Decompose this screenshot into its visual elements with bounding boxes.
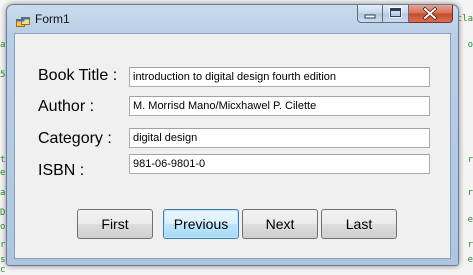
- background-editor-right: cla o r r e r e: [456, 0, 473, 275]
- previous-button[interactable]: Previous: [163, 209, 239, 239]
- form-app-icon[interactable]: [16, 14, 30, 27]
- first-button[interactable]: First: [77, 209, 153, 239]
- form1-window: Form1 Book Title: introduction to digit…: [6, 4, 459, 266]
- editor-right-char: r: [467, 155, 473, 165]
- title-bar[interactable]: Form1: [7, 5, 458, 33]
- editor-right-char: e: [467, 215, 473, 225]
- maximize-icon: [383, 7, 408, 26]
- editor-right-char: o: [467, 40, 473, 50]
- minimize-icon: [358, 7, 382, 26]
- book-title-field[interactable]: introduction to digital design fourth ed…: [129, 67, 430, 87]
- window-title: Form1: [35, 12, 70, 26]
- editor-right-char: cla: [456, 14, 473, 24]
- category-label: Category :: [38, 130, 112, 147]
- editor-right-char: r: [467, 240, 473, 250]
- author-label: Author :: [38, 98, 95, 115]
- isbn-field[interactable]: 981-06-9801-0: [129, 154, 430, 174]
- minimize-button[interactable]: [357, 5, 383, 23]
- category-field[interactable]: digital design: [129, 128, 430, 148]
- editor-gutter-char: c: [0, 265, 6, 275]
- close-button[interactable]: [409, 5, 453, 23]
- last-button[interactable]: Last: [321, 209, 397, 239]
- close-icon: [409, 6, 451, 26]
- isbn-label: ISBN :: [38, 162, 85, 179]
- author-field[interactable]: M. Morrisd Mano/Micxhawel P. Cilette: [129, 96, 430, 116]
- book-title-label: Book Title :: [38, 67, 118, 84]
- next-button[interactable]: Next: [242, 209, 318, 239]
- editor-right-char: r: [467, 188, 473, 198]
- maximize-button[interactable]: [383, 5, 409, 23]
- form-client-area: Book Title : introduction to digital des…: [14, 33, 451, 259]
- caption-buttons: [357, 5, 453, 24]
- editor-right-char: e: [467, 255, 473, 265]
